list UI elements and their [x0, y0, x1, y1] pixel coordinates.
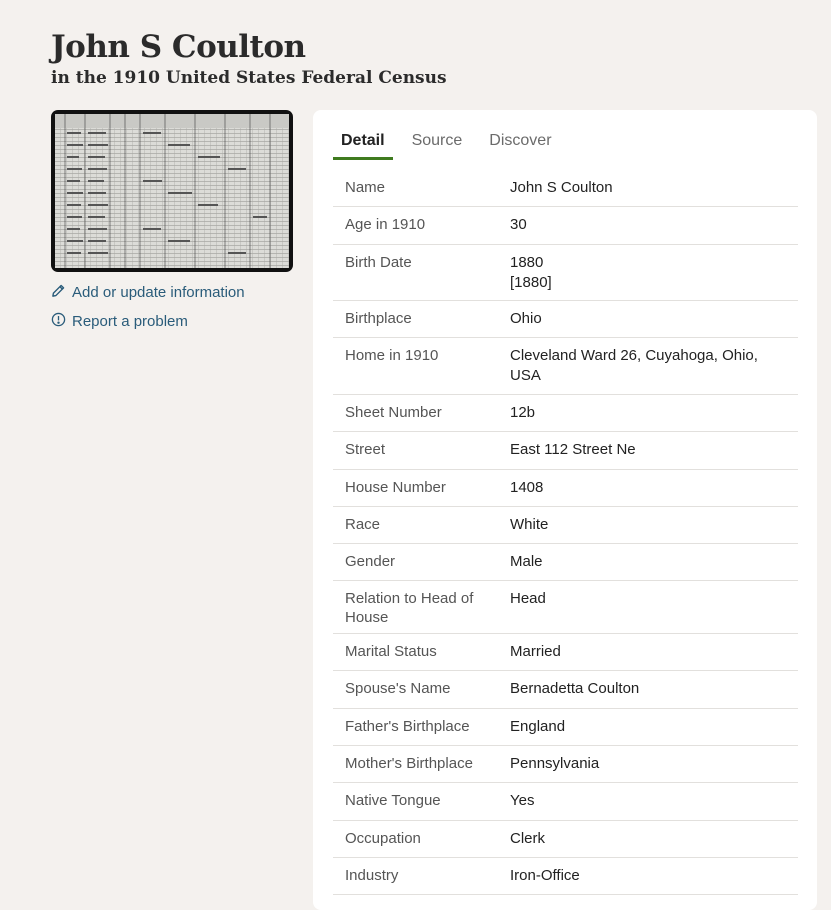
detail-value-line: John S Coulton [510, 179, 613, 196]
detail-label: Mother's Birthplace [345, 755, 473, 772]
detail-value: 1880 [1880] [510, 253, 798, 293]
detail-row: House Number 1408 [333, 470, 798, 507]
detail-label: Marital Status [345, 643, 437, 660]
tab-detail[interactable]: Detail [333, 130, 393, 160]
detail-value: Bernadetta Coulton [510, 679, 798, 701]
detail-row: Street East 112 Street Ne [333, 432, 798, 470]
detail-value: Male [510, 552, 798, 573]
detail-label: Birthplace [345, 310, 412, 327]
detail-value-line: 30 [510, 216, 527, 233]
detail-row: Spouse's Name Bernadetta Coulton [333, 671, 798, 709]
detail-value-line: Head [510, 590, 546, 607]
record-detail-panel: Detail Source Discover Name John S Coulto… [313, 110, 817, 910]
tab-bar: Detail Source Discover [333, 130, 560, 160]
detail-row: Father's Birthplace England [333, 709, 798, 746]
detail-label: Sheet Number [345, 404, 442, 421]
detail-label: Native Tongue [345, 792, 441, 809]
detail-row: Mother's Birthplace Pennsylvania [333, 746, 798, 783]
detail-value: Cleveland Ward 26, Cuyahoga, Ohio, USA [510, 346, 798, 387]
detail-value-line: East 112 Street Ne [510, 441, 636, 458]
detail-row: Race White [333, 507, 798, 544]
detail-row: Birth Date 1880 [1880] [333, 245, 798, 301]
page-subtitle: in the 1910 United States Federal Census [51, 68, 447, 88]
detail-value: Iron-Office [510, 866, 798, 887]
detail-value: Married [510, 642, 798, 663]
detail-label: Race [345, 516, 381, 533]
detail-row: Occupation Clerk [333, 821, 798, 858]
census-record-image [55, 114, 289, 268]
detail-value-line: 12b [510, 404, 536, 421]
detail-row: Name John S Coulton [333, 170, 798, 207]
detail-label: Age in 1910 [345, 216, 426, 233]
detail-row: Gender Male [333, 544, 798, 581]
detail-value: England [510, 717, 798, 738]
tab-discover[interactable]: Discover [481, 130, 559, 158]
detail-value-line: 1408 [510, 479, 544, 496]
detail-value-line: Iron-Office [510, 867, 580, 884]
report-problem-link[interactable]: Report a problem [51, 311, 294, 331]
detail-value-line: [1880] [510, 273, 552, 291]
detail-row: Marital Status Married [333, 634, 798, 671]
detail-label: Gender [345, 553, 396, 570]
detail-value-line: Cleveland Ward 26, Cuyahoga, Ohio, [510, 347, 758, 364]
detail-value: Ohio [510, 309, 798, 330]
page-header: John S Coulton in the 1910 United States… [51, 28, 447, 90]
detail-row: Sheet Number 12b [333, 395, 798, 432]
detail-label: Spouse's Name [345, 680, 451, 697]
page-title: John S Coulton [51, 29, 306, 65]
detail-label: Street [345, 441, 386, 458]
report-problem-label: Report a problem [72, 312, 188, 330]
detail-label: Occupation [345, 830, 421, 847]
detail-value: East 112 Street Ne [510, 440, 798, 462]
detail-value-line: Clerk [510, 830, 546, 847]
detail-value-line: USA [510, 366, 541, 384]
detail-value: Yes [510, 791, 798, 813]
detail-row: Age in 1910 30 [333, 207, 798, 245]
detail-value: Head [510, 589, 798, 626]
detail-value: White [510, 515, 798, 536]
detail-label: House Number [345, 479, 446, 496]
detail-value: John S Coulton [510, 178, 798, 199]
detail-label: Industry [345, 867, 399, 884]
alert-circle-icon [51, 312, 66, 331]
detail-table: Name John S Coulton Age in 1910 30 Birth Dat… [333, 170, 798, 895]
detail-row: Home in 1910 Cleveland Ward 26, Cuyahoga,… [333, 338, 798, 395]
detail-row: Industry Iron-Office [333, 858, 798, 895]
detail-value: Pennsylvania [510, 754, 798, 775]
detail-value-line: England [510, 718, 566, 735]
detail-value-line: Bernadetta Coulton [510, 680, 640, 697]
detail-row: Relation to Head of House Head [333, 581, 798, 634]
census-record-thumbnail[interactable] [51, 110, 293, 272]
add-update-information-link[interactable]: Add or update information [51, 282, 294, 302]
pencil-icon [51, 283, 66, 302]
add-update-information-label: Add or update information [72, 283, 245, 301]
tab-source[interactable]: Source [404, 130, 471, 158]
sidebar: Add or update information Report a probl… [51, 110, 294, 331]
detail-label: Home in 1910 [345, 347, 439, 364]
detail-label: Father's Birthplace [345, 718, 470, 735]
detail-value: 1408 [510, 478, 798, 499]
detail-value-line: Yes [510, 792, 535, 809]
detail-value: 12b [510, 403, 798, 424]
detail-value: 30 [510, 215, 798, 237]
detail-value-line: Male [510, 553, 543, 570]
detail-value-line: Pennsylvania [510, 755, 600, 772]
detail-value-line: White [510, 516, 549, 533]
detail-value-line: Ohio [510, 310, 542, 327]
detail-row: Birthplace Ohio [333, 301, 798, 338]
detail-label: Relation to Head of House [345, 590, 474, 626]
detail-row: Native Tongue Yes [333, 783, 798, 821]
detail-value-line: 1880 [510, 254, 544, 271]
detail-value-line: Married [510, 643, 561, 660]
detail-label: Name [345, 179, 386, 196]
detail-value: Clerk [510, 829, 798, 850]
detail-label: Birth Date [345, 254, 412, 271]
